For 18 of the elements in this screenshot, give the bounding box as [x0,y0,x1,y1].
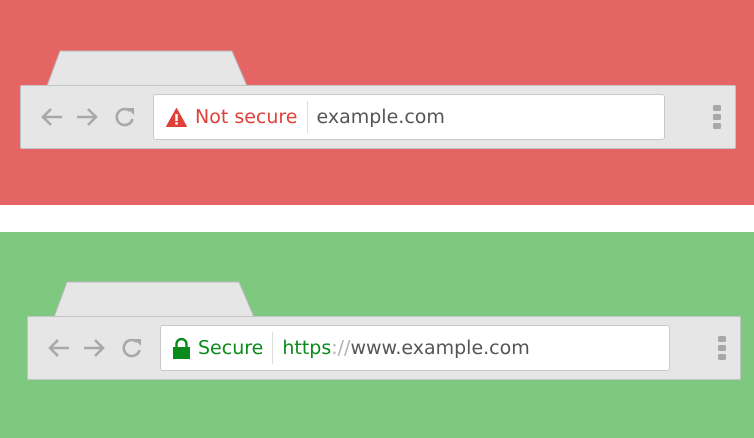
reload-icon[interactable] [121,337,143,359]
menu-icon[interactable] [713,105,721,129]
browser-tab[interactable] [53,281,255,317]
url-text: https://www.example.com [282,336,530,361]
address-bar[interactable]: Not secure example.com [153,94,665,140]
security-status: Not secure [195,104,298,130]
forward-arrow-icon[interactable] [76,108,98,126]
lock-icon [173,338,190,358]
address-bar[interactable]: Secure https://www.example.com [160,325,670,371]
reload-icon[interactable] [114,106,136,128]
browser-tab[interactable] [46,50,248,86]
back-arrow-icon[interactable] [41,108,63,126]
security-status: Secure [198,336,264,361]
menu-icon[interactable] [718,336,726,360]
warning-icon [166,108,187,126]
forward-arrow-icon[interactable] [83,339,105,357]
url-text: example.com [316,104,445,130]
back-arrow-icon[interactable] [48,339,70,357]
